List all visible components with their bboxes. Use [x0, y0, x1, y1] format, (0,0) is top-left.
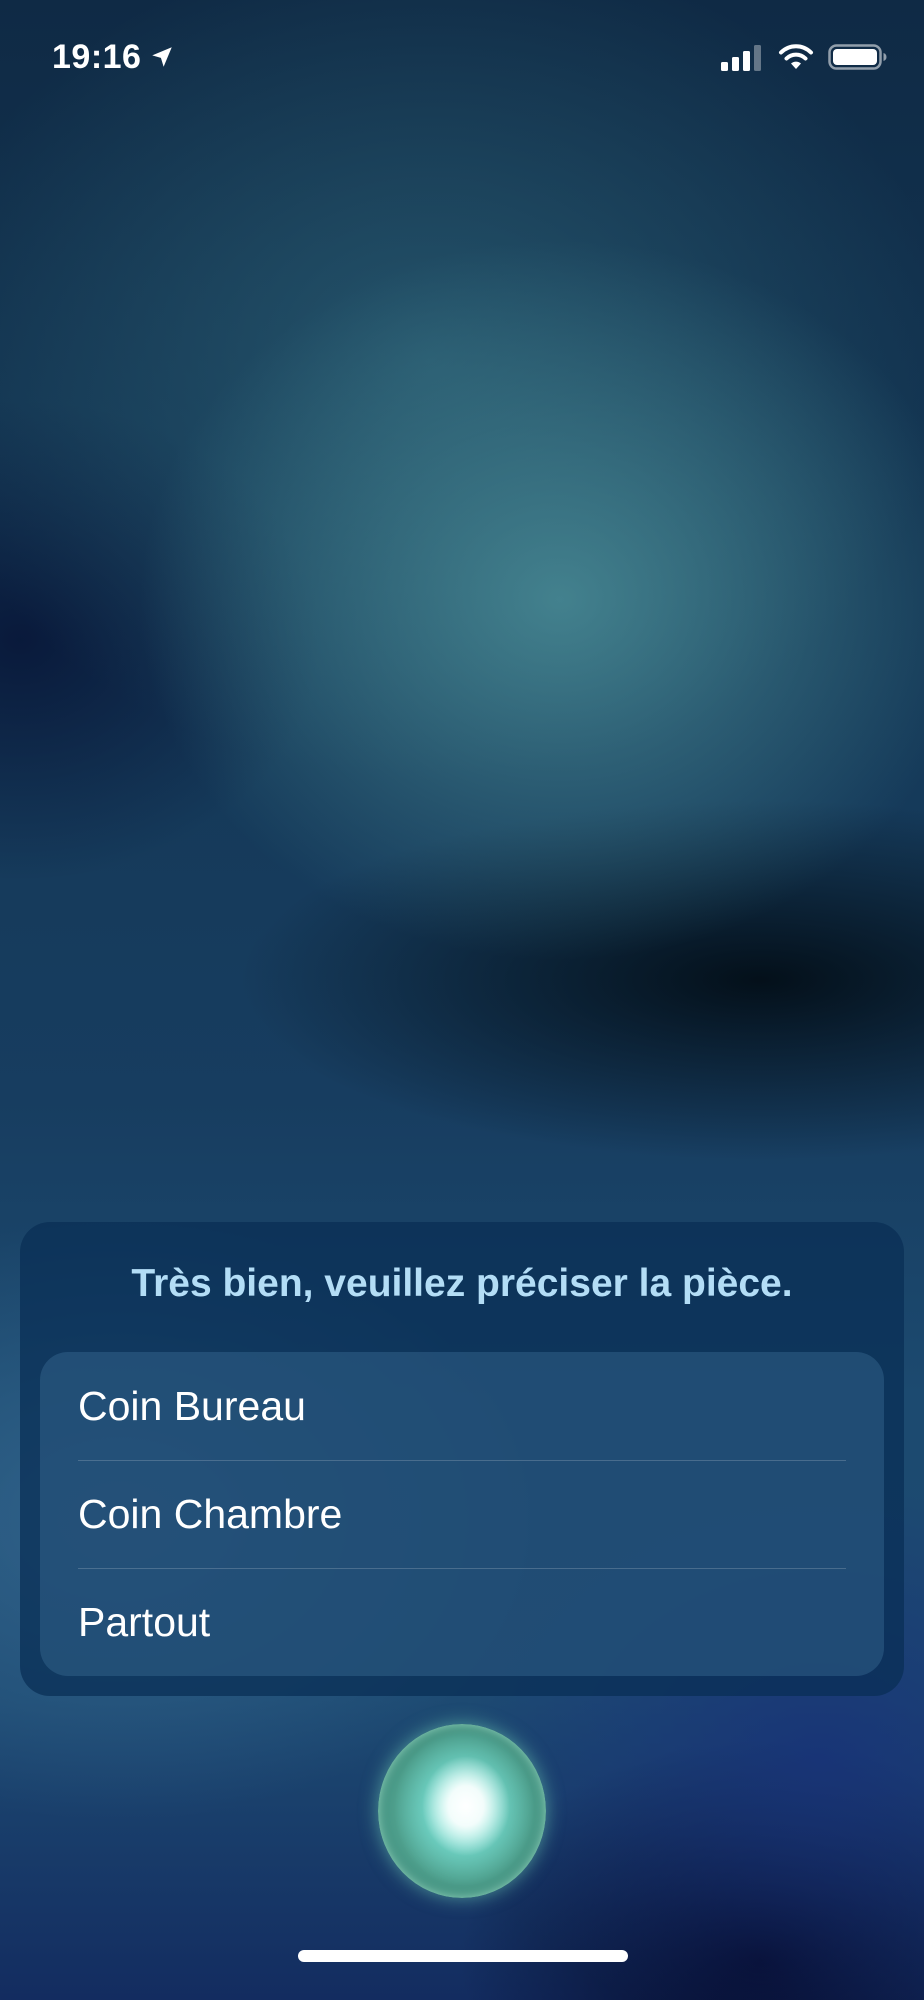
home-indicator[interactable] [298, 1950, 628, 1962]
siri-response-card: Très bien, veuillez préciser la pièce. C… [20, 1222, 904, 1696]
siri-orb-icon[interactable] [378, 1724, 546, 1898]
status-bar: 19:16 [0, 0, 924, 110]
option-label: Coin Chambre [78, 1490, 343, 1537]
location-arrow-icon [152, 47, 173, 67]
wifi-icon [779, 44, 813, 69]
room-options-list: Coin Bureau Coin Chambre Partout [40, 1352, 884, 1676]
status-time: 19:16 [52, 37, 142, 76]
option-label: Coin Bureau [78, 1382, 306, 1429]
status-time-group: 19:16 [52, 36, 175, 78]
status-indicators [720, 40, 888, 74]
option-coin-chambre[interactable]: Coin Chambre [40, 1460, 884, 1568]
option-label: Partout [78, 1598, 211, 1645]
option-coin-bureau[interactable]: Coin Bureau [40, 1352, 884, 1460]
blurred-wallpaper-background [0, 0, 924, 2000]
option-partout[interactable]: Partout [40, 1568, 884, 1676]
cellular-signal-icon [721, 45, 761, 71]
siri-prompt-text: Très bien, veuillez préciser la pièce. [131, 1262, 793, 1305]
battery-icon [828, 44, 887, 70]
